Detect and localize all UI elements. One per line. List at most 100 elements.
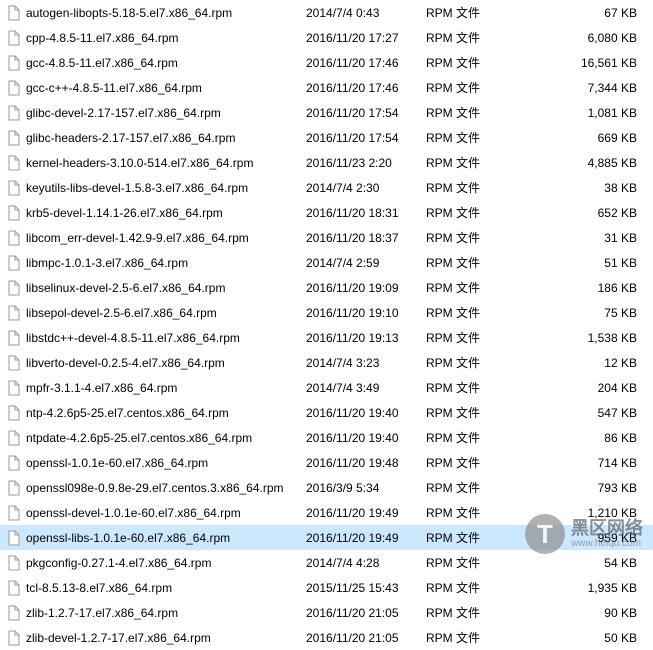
file-icon [6, 305, 22, 321]
file-icon [6, 130, 22, 146]
file-row[interactable]: libcom_err-devel-1.42.9-9.el7.x86_64.rpm… [0, 225, 653, 250]
file-size: 1,538 KB [496, 331, 647, 345]
file-icon [6, 630, 22, 646]
file-row[interactable]: autogen-libopts-5.18-5.el7.x86_64.rpm201… [0, 0, 653, 25]
file-row[interactable]: openssl-1.0.1e-60.el7.x86_64.rpm2016/11/… [0, 450, 653, 475]
file-icon [6, 530, 22, 546]
file-row[interactable]: ntpdate-4.2.6p5-25.el7.centos.x86_64.rpm… [0, 425, 653, 450]
file-name: libcom_err-devel-1.42.9-9.el7.x86_64.rpm [26, 231, 249, 245]
file-row[interactable]: ntp-4.2.6p5-25.el7.centos.x86_64.rpm 2016… [0, 400, 653, 425]
file-date: 2016/11/20 19:49 [306, 506, 426, 520]
file-name-cell[interactable]: krb5-devel-1.14.1-26.el7.x86_64.rpm [6, 205, 306, 221]
file-row[interactable]: libverto-devel-0.2.5-4.el7.x86_64.rpm201… [0, 350, 653, 375]
file-name: autogen-libopts-5.18-5.el7.x86_64.rpm [26, 6, 232, 20]
file-row[interactable]: glibc-devel-2.17-157.el7.x86_64.rpm2016/… [0, 100, 653, 125]
file-row[interactable]: pkgconfig-0.27.1-4.el7.x86_64.rpm2014/7/… [0, 550, 653, 575]
file-row[interactable]: libmpc-1.0.1-3.el7.x86_64.rpm2014/7/4 2:… [0, 250, 653, 275]
file-name-cell[interactable]: libcom_err-devel-1.42.9-9.el7.x86_64.rpm [6, 230, 306, 246]
file-row[interactable]: libstdc++-devel-4.8.5-11.el7.x86_64.rpm2… [0, 325, 653, 350]
file-name-cell[interactable]: ntp-4.2.6p5-25.el7.centos.x86_64.rpm [6, 405, 306, 421]
file-row[interactable]: gcc-c++-4.8.5-11.el7.x86_64.rpm2016/11/2… [0, 75, 653, 100]
file-date: 2016/11/20 19:49 [306, 531, 426, 545]
file-name-cell[interactable]: glibc-devel-2.17-157.el7.x86_64.rpm [6, 105, 306, 121]
file-row[interactable]: openssl098e-0.9.8e-29.el7.centos.3.x86_6… [0, 475, 653, 500]
file-name-cell[interactable]: autogen-libopts-5.18-5.el7.x86_64.rpm [6, 5, 306, 21]
file-type: RPM 文件 [426, 229, 496, 246]
file-row[interactable]: libsepol-devel-2.5-6.el7.x86_64.rpm2016/… [0, 300, 653, 325]
file-name: libsepol-devel-2.5-6.el7.x86_64.rpm [26, 306, 217, 320]
file-row[interactable]: zlib-devel-1.2.7-17.el7.x86_64.rpm2016/1… [0, 625, 653, 650]
file-icon [6, 230, 22, 246]
file-size: 90 KB [496, 606, 647, 620]
file-icon [6, 255, 22, 271]
file-date: 2016/11/20 19:09 [306, 281, 426, 295]
file-type: RPM 文件 [426, 579, 496, 596]
file-type: RPM 文件 [426, 4, 496, 21]
file-size: 7,344 KB [496, 81, 647, 95]
file-name-cell[interactable]: kernel-headers-3.10.0-514.el7.x86_64.rpm [6, 155, 306, 171]
file-name-cell[interactable]: tcl-8.5.13-8.el7.x86_64.rpm [6, 580, 306, 596]
file-row[interactable]: zlib-1.2.7-17.el7.x86_64.rpm2016/11/20 2… [0, 600, 653, 625]
file-icon [6, 555, 22, 571]
file-name-cell[interactable]: libstdc++-devel-4.8.5-11.el7.x86_64.rpm [6, 330, 306, 346]
file-size: 4,885 KB [496, 156, 647, 170]
file-type: RPM 文件 [426, 179, 496, 196]
file-row[interactable]: glibc-headers-2.17-157.el7.x86_64.rpm201… [0, 125, 653, 150]
file-row[interactable]: kernel-headers-3.10.0-514.el7.x86_64.rpm… [0, 150, 653, 175]
file-name-cell[interactable]: openssl-libs-1.0.1e-60.el7.x86_64.rpm [6, 530, 306, 546]
file-icon [6, 480, 22, 496]
file-list[interactable]: autogen-libopts-5.18-5.el7.x86_64.rpm 201… [0, 0, 653, 650]
file-name-cell[interactable]: keyutils-libs-devel-1.5.8-3.el7.x86_64.r… [6, 180, 306, 196]
file-name-cell[interactable]: gcc-4.8.5-11.el7.x86_64.rpm [6, 55, 306, 71]
file-date: 2016/11/20 17:46 [306, 81, 426, 95]
file-row[interactable]: openssl-libs-1.0.1e-60.el7.x86_64.rpm201… [0, 525, 653, 550]
file-name-cell[interactable]: glibc-headers-2.17-157.el7.x86_64.rpm [6, 130, 306, 146]
file-type: RPM 文件 [426, 254, 496, 271]
file-row[interactable]: gcc-4.8.5-11.el7.x86_64.rpm2016/11/20 17… [0, 50, 653, 75]
file-row[interactable]: keyutils-libs-devel-1.5.8-3.el7.x86_64.r… [0, 175, 653, 200]
file-name-cell[interactable]: openssl098e-0.9.8e-29.el7.centos.3.x86_6… [6, 480, 306, 496]
file-date: 2014/7/4 4:28 [306, 556, 426, 570]
file-icon [6, 430, 22, 446]
file-date: 2016/11/20 21:05 [306, 631, 426, 645]
file-size: 6,080 KB [496, 31, 647, 45]
file-row[interactable]: openssl-devel-1.0.1e-60.el7.x86_64.rpm20… [0, 500, 653, 525]
file-name: libmpc-1.0.1-3.el7.x86_64.rpm [26, 256, 188, 270]
file-name-cell[interactable]: libverto-devel-0.2.5-4.el7.x86_64.rpm [6, 355, 306, 371]
file-name-cell[interactable]: ntpdate-4.2.6p5-25.el7.centos.x86_64.rpm [6, 430, 306, 446]
file-name-cell[interactable]: zlib-1.2.7-17.el7.x86_64.rpm [6, 605, 306, 621]
file-type: RPM 文件 [426, 154, 496, 171]
file-name-cell[interactable]: libsepol-devel-2.5-6.el7.x86_64.rpm [6, 305, 306, 321]
file-date: 2015/11/25 15:43 [306, 581, 426, 595]
file-name-cell[interactable]: openssl-devel-1.0.1e-60.el7.x86_64.rpm [6, 505, 306, 521]
file-name: ntp-4.2.6p5-25.el7.centos.x86_64.rpm [26, 406, 229, 420]
file-row[interactable]: tcl-8.5.13-8.el7.x86_64.rpm2015/11/25 15… [0, 575, 653, 600]
file-name-cell[interactable]: gcc-c++-4.8.5-11.el7.x86_64.rpm [6, 80, 306, 96]
file-name-cell[interactable]: libselinux-devel-2.5-6.el7.x86_64.rpm [6, 280, 306, 296]
file-type: RPM 文件 [426, 604, 496, 621]
file-type: RPM 文件 [426, 479, 496, 496]
file-size: 547 KB [496, 406, 647, 420]
file-name: krb5-devel-1.14.1-26.el7.x86_64.rpm [26, 206, 223, 220]
file-icon [6, 330, 22, 346]
file-size: 959 KB [496, 531, 647, 545]
file-type: RPM 文件 [426, 79, 496, 96]
file-type: RPM 文件 [426, 29, 496, 46]
file-name-cell[interactable]: cpp-4.8.5-11.el7.x86_64.rpm [6, 30, 306, 46]
file-row[interactable]: mpfr-3.1.1-4.el7.x86_64.rpm2014/7/4 3:49… [0, 375, 653, 400]
file-name: zlib-1.2.7-17.el7.x86_64.rpm [26, 606, 178, 620]
file-type: RPM 文件 [426, 404, 496, 421]
file-type: RPM 文件 [426, 104, 496, 121]
file-name: openssl-1.0.1e-60.el7.x86_64.rpm [26, 456, 208, 470]
file-size: 51 KB [496, 256, 647, 270]
file-row[interactable]: libselinux-devel-2.5-6.el7.x86_64.rpm201… [0, 275, 653, 300]
file-name-cell[interactable]: openssl-1.0.1e-60.el7.x86_64.rpm [6, 455, 306, 471]
file-date: 2016/11/20 19:40 [306, 406, 426, 420]
file-name-cell[interactable]: libmpc-1.0.1-3.el7.x86_64.rpm [6, 255, 306, 271]
file-name-cell[interactable]: mpfr-3.1.1-4.el7.x86_64.rpm [6, 380, 306, 396]
file-name-cell[interactable]: pkgconfig-0.27.1-4.el7.x86_64.rpm [6, 555, 306, 571]
file-row[interactable]: krb5-devel-1.14.1-26.el7.x86_64.rpm2016/… [0, 200, 653, 225]
file-name: ntpdate-4.2.6p5-25.el7.centos.x86_64.rpm [26, 431, 252, 445]
file-row[interactable]: cpp-4.8.5-11.el7.x86_64.rpm2016/11/20 17… [0, 25, 653, 50]
file-name-cell[interactable]: zlib-devel-1.2.7-17.el7.x86_64.rpm [6, 630, 306, 646]
